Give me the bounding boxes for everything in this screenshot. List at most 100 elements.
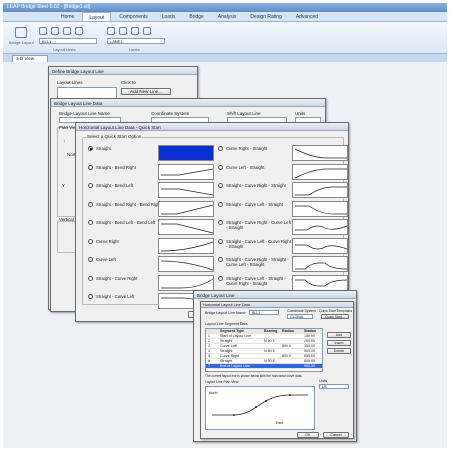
table-cell: N 90 E [264,359,275,363]
quick-start-radio[interactable] [88,238,93,244]
edit-layout-line-icon[interactable] [51,27,59,35]
quick-start-radio[interactable] [218,183,223,188]
table-cell: 5 [208,354,210,358]
quick-start-radio[interactable] [218,146,223,151]
quick-start-preview[interactable] [292,256,348,272]
horizontal-data-dialog: Horizontal Layout Line Data Bridge Layou… [200,301,354,439]
inset-coord-combo[interactable]: GLOBAL [287,314,313,319]
table-cell: 800.0 [282,344,291,348]
quick-start-preview[interactable] [158,274,214,291]
inset-units-label: Units [319,379,328,383]
quick-start-radio[interactable] [218,238,223,244]
add-new-line-button[interactable]: Add New Line... [121,88,171,95]
dialog-title: Bridge Layout Line Data [51,99,325,107]
table-cell: 500.00 [304,349,315,353]
quick-start-radio[interactable] [218,164,223,170]
quick-start-radio[interactable] [218,220,223,225]
inset-quick-start-button[interactable]: Quick Start... [321,314,349,319]
quick-start-radio[interactable] [218,201,223,207]
table-cell: Start of Layout Line [220,334,252,338]
quick-start-option-label: Straight - Bend Left [96,183,134,188]
dialog-title: Horizontal Layout Line Data - Quick Star… [76,123,348,131]
tab-design-rating[interactable]: Design Rating [244,12,287,21]
quick-start-preview[interactable] [292,145,348,161]
quick-start-option-label: Curve Left [96,257,116,262]
add-lane-icon[interactable] [107,27,115,35]
table-cell: 2 [208,339,210,343]
table-cell: Straight [220,349,233,353]
bridge-layout-icon[interactable] [15,27,27,38]
tab-components[interactable]: Components [113,12,153,21]
ribbon-tabs: Home Layout Components Loads Bridge Anal… [3,12,447,22]
inset-north-label: North [209,391,218,395]
tab-analysis[interactable]: Analysis [212,12,243,21]
inset-ok-button[interactable]: OK [297,432,319,438]
inset-units-combo[interactable]: US [319,384,349,389]
coord-label: Coordinate System [151,111,190,116]
quick-start-radio[interactable] [88,183,93,188]
tab-3d-view[interactable]: 3-D View [12,55,48,62]
quick-start-radio[interactable] [218,275,223,281]
table-row[interactable]: 7 End of Layout Line 900.00 [206,364,322,369]
quick-start-preview[interactable] [158,200,214,217]
delete-lane-icon[interactable] [131,27,139,35]
quick-start-option-label: Curve Right - Straight [226,146,268,151]
quick-start-radio[interactable] [88,164,93,170]
tab-loads[interactable]: Loads [156,12,182,21]
quick-start-preview[interactable] [292,237,348,254]
quick-start-preview[interactable] [292,163,348,180]
tab-advanced[interactable]: Advanced [290,12,324,21]
inset-name-label: Bridge Layout Line Name [205,311,246,315]
quick-start-preview[interactable] [292,182,348,198]
quick-start-option-label: Straight - Curve Right - Curve Left - St… [226,220,291,230]
inset-cancel-button[interactable]: Cancel [323,432,349,438]
table-cell: 900.00 [304,364,315,368]
delete-layout-line-icon[interactable] [63,27,71,35]
table-cell: 800.00 [304,359,315,363]
inset-insert-button[interactable]: Insert [327,340,351,346]
quick-start-preview[interactable] [292,274,348,291]
copy-lane-icon[interactable] [143,27,151,35]
table-cell: 800.0 [282,354,291,358]
add-layout-line-icon[interactable] [39,27,47,35]
quick-start-radio[interactable] [88,257,93,262]
quick-start-preview[interactable] [158,256,214,272]
quick-start-preview[interactable] [158,237,214,254]
dialog-title: Horizontal Layout Line Data [201,302,353,308]
view-tab-bar [3,54,447,62]
inset-delete-button[interactable]: Delete [327,348,351,354]
app-title-bar: LEAP Bridge Steel 5.02 - [Bridge1.stl] [3,3,447,12]
table-cell: 200.00 [304,339,315,343]
quick-start-radio[interactable] [88,275,93,281]
inset-east-label: East [276,421,284,425]
layout-line-combo[interactable]: BLL1 [39,38,97,44]
quick-start-option-label: Straight - Curve Left - Curve Right - St… [226,238,291,249]
quick-start-preview[interactable] [158,219,214,235]
tab-home[interactable]: Home [55,12,80,21]
quick-start-option-label: Straight - Bend Right - Bend Right [96,201,161,207]
quick-start-radio[interactable] [88,294,93,299]
segment-table[interactable]: Segment Type Bearing Radius Station 1 Sta… [205,328,323,372]
quick-start-option-label: Straight - Curve Right [96,275,138,281]
quick-start-preview[interactable] [292,200,348,217]
quick-start-preview[interactable] [292,219,348,235]
inset-note: The current layout line is shown below w… [205,374,303,378]
tab-bridge[interactable]: Bridge [183,12,209,21]
table-cell: 4 [208,349,210,353]
copy-layout-line-icon[interactable] [75,27,83,35]
quick-start-preview[interactable] [158,145,214,161]
quick-start-radio[interactable] [88,201,93,207]
quick-start-preview[interactable] [158,163,214,180]
inset-add-button[interactable]: Add [327,332,351,338]
quick-start-radio[interactable] [218,257,223,262]
quick-start-option-label: Straight [96,146,111,151]
tab-layout[interactable]: Layout [82,12,112,21]
quick-start-preview[interactable] [158,182,214,198]
y-label: Y [62,183,66,188]
quick-start-radio[interactable] [88,146,93,151]
inset-name-field[interactable]: BLL1 [249,310,279,315]
lane-combo[interactable]: LANE1 [107,38,165,44]
quick-start-radio[interactable] [88,220,93,225]
edit-lane-icon[interactable] [119,27,127,35]
table-cell: Curve Right [220,354,239,358]
